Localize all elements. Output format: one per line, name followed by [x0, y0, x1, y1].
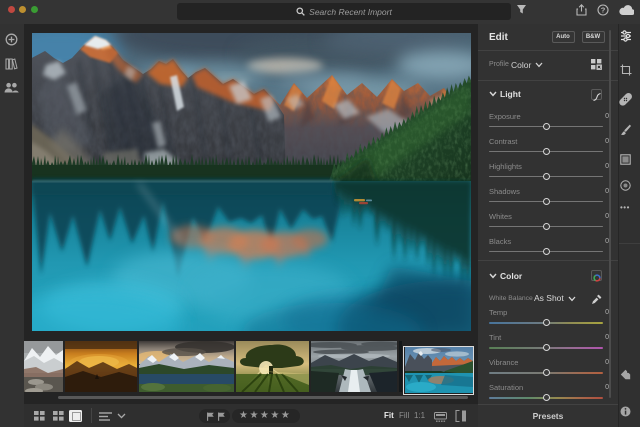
svg-text:?: ?: [601, 5, 606, 14]
